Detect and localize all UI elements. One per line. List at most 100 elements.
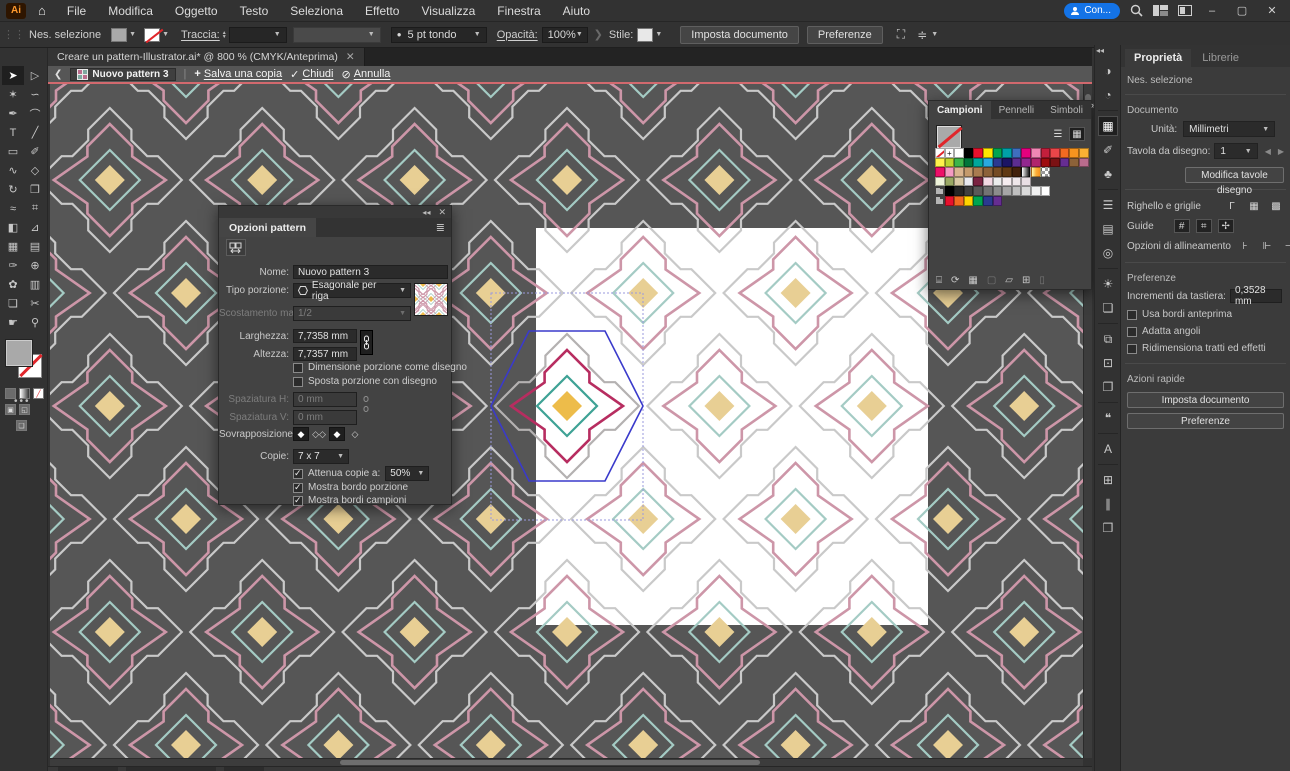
swatch[interactable] — [945, 196, 955, 206]
lasso-tool[interactable]: ∽ — [24, 85, 46, 104]
shaper-tool[interactable]: ∿ — [2, 161, 24, 180]
pathfinder-panel-icon[interactable]: ❒ — [1098, 518, 1118, 538]
swatches-panel-icon[interactable]: ▦ — [1098, 116, 1118, 136]
curvature-tool[interactable]: ⌒ — [24, 104, 46, 123]
cancel-link[interactable]: ⊘Annulla — [342, 68, 391, 81]
width-input[interactable]: 7,7358 mm — [293, 329, 357, 343]
swatch-gradient[interactable] — [1031, 167, 1041, 177]
overlap-top-in-front-button[interactable]: ◆ — [329, 427, 345, 441]
search-icon[interactable] — [1130, 4, 1143, 17]
asset-export-panel-icon[interactable]: ❐ — [1098, 377, 1118, 397]
swatch[interactable] — [1041, 186, 1051, 196]
close-panel-icon[interactable]: ✕ — [438, 207, 446, 218]
fill-proxy[interactable] — [6, 340, 32, 366]
gradient-panel-icon[interactable]: ▤ — [1098, 219, 1118, 239]
stroke-panel-icon[interactable]: ☰ — [1098, 195, 1118, 215]
color-panel-icon[interactable]: ◑ — [1098, 61, 1118, 81]
arrange-documents-icon[interactable] — [1178, 5, 1192, 16]
swatch-pattern[interactable] — [983, 177, 993, 187]
menu-testo[interactable]: Testo — [229, 0, 280, 22]
lock-guides-icon[interactable]: ⌗ — [1196, 219, 1212, 233]
swatch[interactable] — [964, 186, 974, 196]
move-tile-with-art-checkbox[interactable] — [293, 377, 303, 387]
overlap-right-in-front-button[interactable]: ◇◇ — [311, 427, 327, 441]
show-rulers-icon[interactable]: Γ — [1224, 199, 1240, 213]
swatch-pattern[interactable] — [1021, 177, 1031, 187]
swatch[interactable] — [935, 167, 945, 177]
menu-aiuto[interactable]: Aiuto — [552, 0, 601, 22]
preferences-button[interactable]: Preferenze — [1127, 413, 1284, 429]
swatch[interactable] — [1050, 148, 1060, 158]
swatch-pattern[interactable] — [1002, 177, 1012, 187]
dim-copies-dropdown[interactable]: 50%▼ — [385, 466, 429, 481]
swatch-gradient[interactable] — [1021, 167, 1031, 177]
menu-oggetto[interactable]: Oggetto — [164, 0, 229, 22]
next-artboard-icon[interactable]: ▶ — [1278, 147, 1284, 156]
selection-tool[interactable]: ➤ — [2, 66, 24, 85]
menu-effetto[interactable]: Effetto — [354, 0, 410, 22]
swatch[interactable] — [1021, 186, 1031, 196]
tab-close-icon[interactable]: ✕ — [346, 51, 355, 63]
stroke-weight-dropdown[interactable]: ▼ — [229, 27, 287, 43]
swatch[interactable] — [935, 158, 945, 168]
eyedropper-tool[interactable]: ✑ — [2, 256, 24, 275]
document-setup-button[interactable]: Imposta documento — [1127, 392, 1284, 408]
swatch[interactable] — [973, 186, 983, 196]
swatch[interactable] — [1021, 158, 1031, 168]
copies-dropdown[interactable]: 7 x 7▼ — [293, 449, 349, 464]
swatch[interactable] — [1002, 186, 1012, 196]
none-mode-button[interactable]: ╱ — [33, 388, 44, 399]
swatch[interactable] — [945, 167, 955, 177]
drag-handle[interactable]: ⋮⋮ — [3, 28, 25, 41]
swatch[interactable] — [1021, 148, 1031, 158]
fill-stroke-control[interactable] — [6, 340, 44, 380]
swatch-libraries-icon[interactable]: ⌸ — [936, 275, 942, 286]
swatch[interactable] — [964, 167, 974, 177]
workspace-switcher-icon[interactable] — [1153, 5, 1168, 16]
swatch[interactable] — [1069, 158, 1079, 168]
pen-tool[interactable]: ✒ — [2, 104, 24, 123]
swatch[interactable] — [1031, 148, 1041, 158]
swatch-transparent[interactable] — [1041, 167, 1051, 177]
column-graph-tool[interactable]: ▥ — [24, 275, 46, 294]
stroke-color-control[interactable]: ▼ — [144, 28, 169, 42]
swatch[interactable] — [983, 167, 993, 177]
graphic-style-control[interactable]: ▼ — [637, 28, 662, 42]
swatch-registration[interactable]: + — [945, 148, 955, 158]
tab-proprieta[interactable]: Proprietà — [1125, 49, 1191, 67]
swatch[interactable] — [973, 196, 983, 206]
link-dimensions-button[interactable] — [360, 330, 373, 355]
preferences-button-top[interactable]: Preferenze — [807, 26, 883, 44]
swatch[interactable] — [954, 148, 964, 158]
edit-toolbar-button[interactable]: ••• — [14, 396, 31, 407]
color-guide-panel-icon[interactable]: ◔ — [1098, 85, 1118, 105]
screen-mode-button[interactable]: ❏ — [16, 420, 27, 431]
magic-wand-tool[interactable]: ✶ — [2, 85, 24, 104]
scale-corners-checkbox[interactable] — [1127, 327, 1137, 337]
maximize-button[interactable]: ▢ — [1232, 4, 1252, 17]
swatch[interactable] — [973, 158, 983, 168]
menu-file[interactable]: File — [56, 0, 97, 22]
pattern-name-chip[interactable]: Nuovo pattern 3 — [70, 68, 175, 81]
show-tile-edge-checkbox[interactable] — [293, 483, 303, 493]
rectangle-tool[interactable]: ▭ — [2, 142, 24, 161]
swatch[interactable] — [1079, 158, 1089, 168]
swatch[interactable] — [1002, 148, 1012, 158]
paintbrush-tool[interactable]: ✐ — [24, 142, 46, 161]
swatch[interactable] — [1012, 186, 1022, 196]
swatch[interactable] — [993, 158, 1003, 168]
overlap-bottom-in-front-button[interactable]: ◇ — [347, 427, 363, 441]
show-transparency-grid-icon[interactable]: ▩ — [1268, 199, 1284, 213]
swatch[interactable] — [1031, 158, 1041, 168]
tab-campioni[interactable]: Campioni — [929, 101, 991, 119]
direct-selection-tool[interactable]: ▷ — [24, 66, 46, 85]
menu-finestra[interactable]: Finestra — [486, 0, 551, 22]
use-preview-bounds-checkbox[interactable] — [1127, 310, 1137, 320]
show-swatch-bounds-checkbox[interactable] — [293, 496, 303, 506]
done-link[interactable]: ✓Chiudi — [290, 68, 333, 81]
swatch[interactable] — [954, 196, 964, 206]
swatch[interactable] — [983, 158, 993, 168]
transform-reference-icon[interactable]: ⛶ — [897, 27, 905, 42]
tab-librerie[interactable]: Librerie — [1193, 49, 1248, 67]
swatch[interactable] — [993, 186, 1003, 196]
